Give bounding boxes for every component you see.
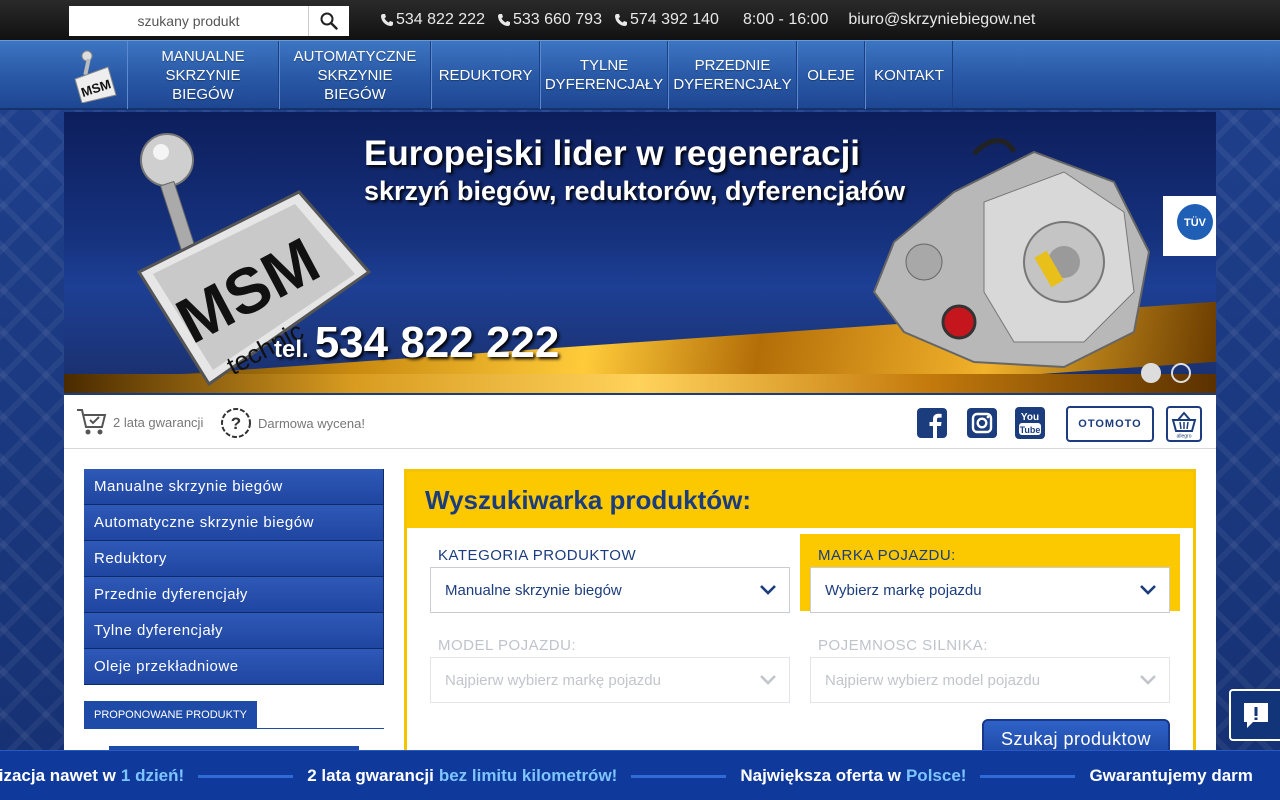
category-side-menu: Manualne skrzynie biegów Automatyczne sk… [84,469,384,685]
chat-button[interactable] [1229,689,1280,741]
model-select-value: Najpierw wybierz markę pojazdu [445,671,661,689]
brand-select-value: Wybierz markę pojazdu [825,581,982,599]
svg-text:Tube: Tube [1020,425,1041,435]
slider-dot-2[interactable] [1171,363,1191,383]
valuation-text: Darmowa wycena! [258,415,365,431]
valuation-info: ? Darmowa wycena! [220,407,365,439]
email-link[interactable]: biuro@skrzyniebiegow.net [848,11,1035,29]
search-icon [320,12,338,30]
nav-item-contact[interactable]: KONTAKT [865,41,953,109]
content-panel: 2 lata gwarancji ? Darmowa wycena! You T… [64,393,1216,759]
engine-select[interactable]: Najpierw wybierz model pojazdu [810,657,1170,703]
brand-select[interactable]: Wybierz markę pojazdu [810,567,1170,613]
allegro-basket-icon: allegro [1171,411,1197,440]
chevron-down-icon [760,675,776,685]
guarantee-info: 2 lata gwarancji [76,407,203,437]
nav-item-rear-differentials[interactable]: TYLNE DYFERENCJAŁY [540,41,668,109]
hero-banner: MSM technic Europejski lider w regenerac… [64,112,1216,393]
phone-link-2[interactable]: 533 660 793 [497,11,602,29]
engine-label: POJEMNOSC SILNIKA: [818,637,988,654]
banner-phone-prefix: tel. [274,336,309,363]
side-item-gear-oils[interactable]: Oleje przekładniowe [84,649,384,685]
search-button[interactable] [308,6,349,36]
guarantee-text: 2 lata gwarancji [113,414,204,430]
phone-icon [497,14,510,26]
chevron-down-icon [1140,585,1156,595]
finder-title: Wyszukiwarka produktów: [425,484,752,515]
gearbox-image-icon [872,138,1151,369]
chevron-down-icon [760,585,776,595]
question-icon: ? [221,408,251,438]
ticker-item-2: 2 lata gwarancji bez limitu kilometrów! [307,766,618,785]
search-input[interactable] [69,6,308,36]
product-finder: Wyszukiwarka produktów: KATEGORIA PRODUK… [404,469,1196,759]
chat-icon [1243,703,1268,728]
category-select-value: Manualne skrzynie biegów [445,581,622,599]
opening-hours: 8:00 - 16:00 [742,11,829,28]
nav-items: MANUALNE SKRZYNIE BIEGÓW AUTOMATYCZNE SK… [127,41,953,109]
promo-ticker: lizacja nawet w1 dzień! 2 lata gwarancji… [0,750,1280,800]
ticker-item-4: Gwarantujemy darm [1089,766,1253,785]
instagram-icon [967,408,997,438]
slider-dot-1[interactable] [1141,363,1161,383]
otomoto-link[interactable]: OTOMOTO [1066,406,1154,442]
youtube-link[interactable]: You Tube [1014,405,1046,441]
banner-phone-number: 534 822 222 [314,318,560,367]
side-item-front-differentials[interactable]: Przednie dyferencjały [84,577,384,613]
model-select[interactable]: Najpierw wybierz markę pojazdu [430,657,790,703]
side-item-automatic-gearboxes[interactable]: Automatyczne skrzynie biegów [84,505,384,541]
finder-header: Wyszukiwarka produktów: [407,472,1193,528]
facebook-icon [917,408,947,438]
banner-title: Europejski lider w regeneracji [364,134,861,173]
phone-number: 534 822 222 [396,11,485,28]
search-box [69,6,349,36]
ticker-item-1: lizacja nawet w1 dzień! [0,766,185,785]
brand-label: MARKA POJAZDU: [818,547,956,564]
main-nav: MSM MANUALNE SKRZYNIE BIEGÓW AUTOMATYCZN… [0,40,1280,110]
info-bar: 2 lata gwarancji ? Darmowa wycena! You T… [64,393,1216,449]
phone-icon [614,14,627,26]
side-item-manual-gearboxes[interactable]: Manualne skrzynie biegów [84,469,384,505]
category-select[interactable]: Manualne skrzynie biegów [430,567,790,613]
banner-phone: tel. 534 822 222 [274,318,559,368]
svg-text:?: ? [231,414,241,433]
category-label: KATEGORIA PRODUKTOW [438,547,637,564]
svg-text:TÜV: TÜV [1184,216,1207,229]
side-item-rear-differentials[interactable]: Tylne dyferencjały [84,613,384,649]
cart-check-icon [77,409,107,435]
instagram-link[interactable] [966,405,998,441]
youtube-icon: You Tube [1015,407,1045,439]
top-bar: 534 822 222 533 660 793 574 392 140 8:00… [0,0,1280,40]
model-label: MODEL POJAZDU: [438,637,577,654]
allegro-link[interactable]: allegro [1166,406,1202,442]
phone-link-3[interactable]: 574 392 140 [614,11,719,29]
nav-item-front-differentials[interactable]: PRZEDNIE DYFERENCJAŁY [668,41,797,109]
svg-text:allegro: allegro [1176,434,1191,440]
nav-item-reducers[interactable]: REDUKTORY [431,41,540,109]
facebook-link[interactable] [916,405,948,441]
side-item-reducers[interactable]: Reduktory [84,541,384,577]
tuv-badge-icon: TÜV [1163,196,1216,256]
msm-logo-icon[interactable]: MSM [70,49,120,103]
banner-subtitle: skrzyń biegów, reduktorów, dyferencjałów [364,176,906,206]
contact-info: 534 822 222 533 660 793 574 392 140 8:00… [380,0,1035,40]
proposed-products-tab[interactable]: PROPONOWANE PRODUKTY [84,701,257,729]
phone-link-1[interactable]: 534 822 222 [380,11,485,29]
engine-select-value: Najpierw wybierz model pojazdu [825,671,1041,689]
ticker-track: lizacja nawet w1 dzień! 2 lata gwarancji… [0,751,1253,800]
svg-text:You: You [1021,412,1039,423]
nav-item-manual-gearboxes[interactable]: MANUALNE SKRZYNIE BIEGÓW [127,41,279,109]
nav-item-automatic-gearboxes[interactable]: AUTOMATYCZNE SKRZYNIE BIEGÓW [279,41,431,109]
phone-number: 574 392 140 [629,11,719,28]
phone-number: 533 660 793 [512,11,602,28]
phone-icon [381,14,393,26]
chevron-down-icon [1140,675,1156,685]
ticker-item-3: Największa oferta w Polsce! [740,766,967,785]
nav-item-oils[interactable]: OLEJE [797,41,865,109]
